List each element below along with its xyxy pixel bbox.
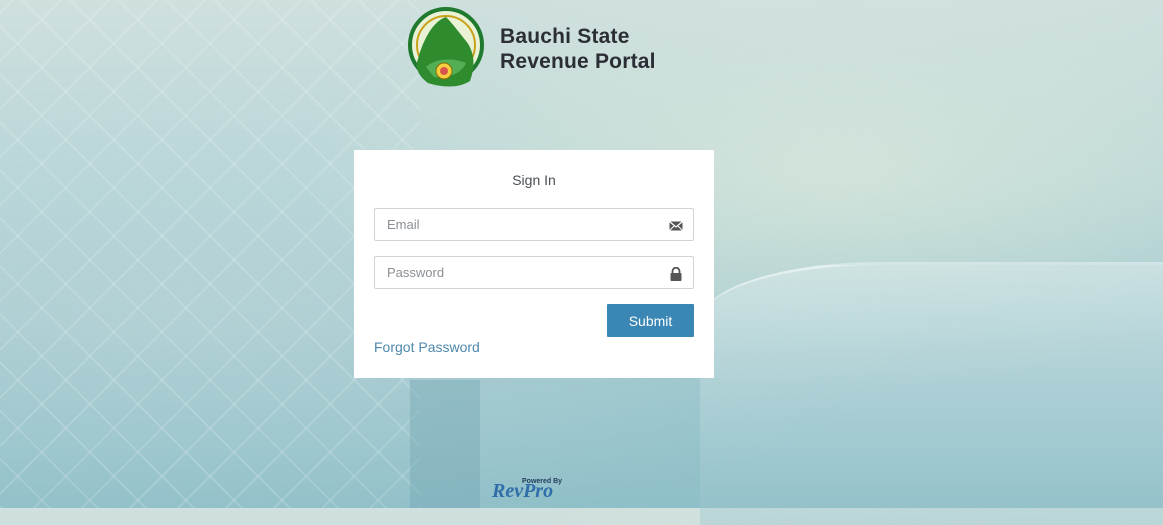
password-input[interactable]	[375, 257, 693, 288]
submit-button[interactable]: Submit	[607, 304, 694, 337]
signin-card: Sign In Submit Forgot Password	[354, 150, 714, 378]
signin-title: Sign In	[512, 172, 556, 188]
email-input[interactable]	[375, 209, 693, 240]
background-arch	[700, 262, 1163, 525]
powered-by-logo: Powered By RevPro	[490, 474, 580, 508]
forgot-password-link[interactable]: Forgot Password	[374, 339, 480, 355]
vendor-name: RevPro	[492, 480, 554, 502]
signin-actions: Submit	[374, 304, 694, 337]
password-field-wrapper	[374, 256, 694, 289]
portal-logo: Bauchi State Revenue Portal	[408, 6, 678, 92]
background-column	[410, 380, 480, 508]
state-seal-icon	[408, 7, 484, 91]
email-field-wrapper	[374, 208, 694, 241]
portal-title-line2: Revenue Portal	[500, 50, 656, 73]
lock-icon	[669, 266, 683, 281]
portal-title: Bauchi State Revenue Portal	[500, 24, 656, 74]
portal-title-line1: Bauchi State	[500, 25, 630, 48]
envelope-icon	[669, 218, 683, 232]
